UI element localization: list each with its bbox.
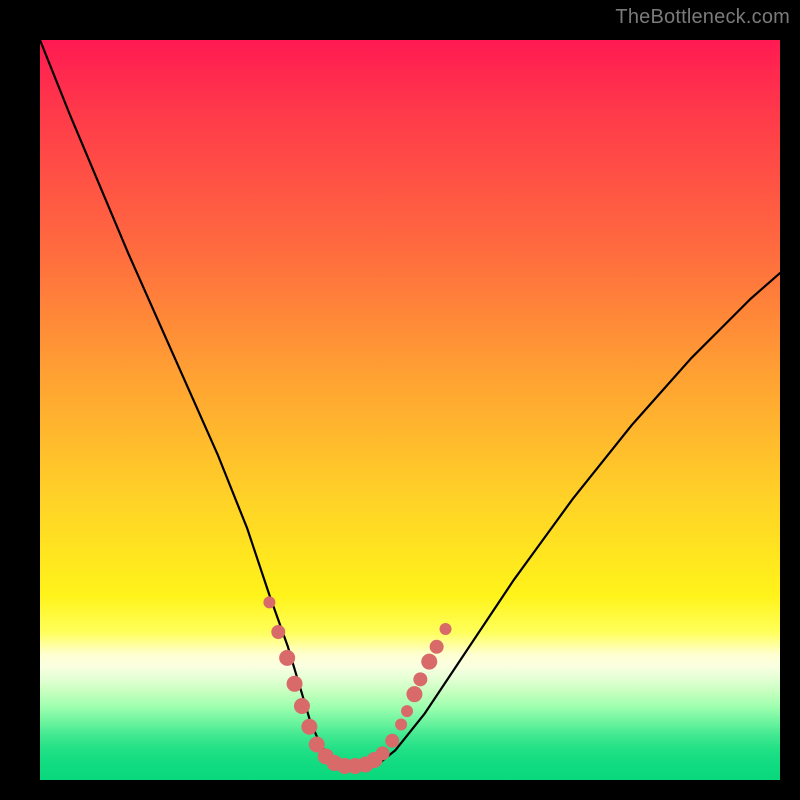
marker-dot xyxy=(421,654,437,670)
marker-dot xyxy=(263,596,275,608)
marker-dot xyxy=(413,672,427,686)
marker-dot xyxy=(401,705,413,717)
marker-dot xyxy=(294,698,310,714)
marker-dot xyxy=(395,719,407,731)
chart-frame: TheBottleneck.com xyxy=(0,0,800,800)
bottleneck-curve xyxy=(40,40,780,767)
marker-dot xyxy=(430,640,444,654)
marker-dot xyxy=(406,686,422,702)
plot-area xyxy=(40,40,780,780)
marker-dot xyxy=(301,719,317,735)
marker-dot xyxy=(385,734,399,748)
marker-dot xyxy=(287,676,303,692)
chart-svg xyxy=(40,40,780,780)
marker-dot xyxy=(440,623,452,635)
marker-dot xyxy=(271,625,285,639)
highlight-markers xyxy=(263,596,451,774)
marker-dot xyxy=(279,650,295,666)
marker-dot xyxy=(376,746,390,760)
watermark-text: TheBottleneck.com xyxy=(615,6,790,29)
